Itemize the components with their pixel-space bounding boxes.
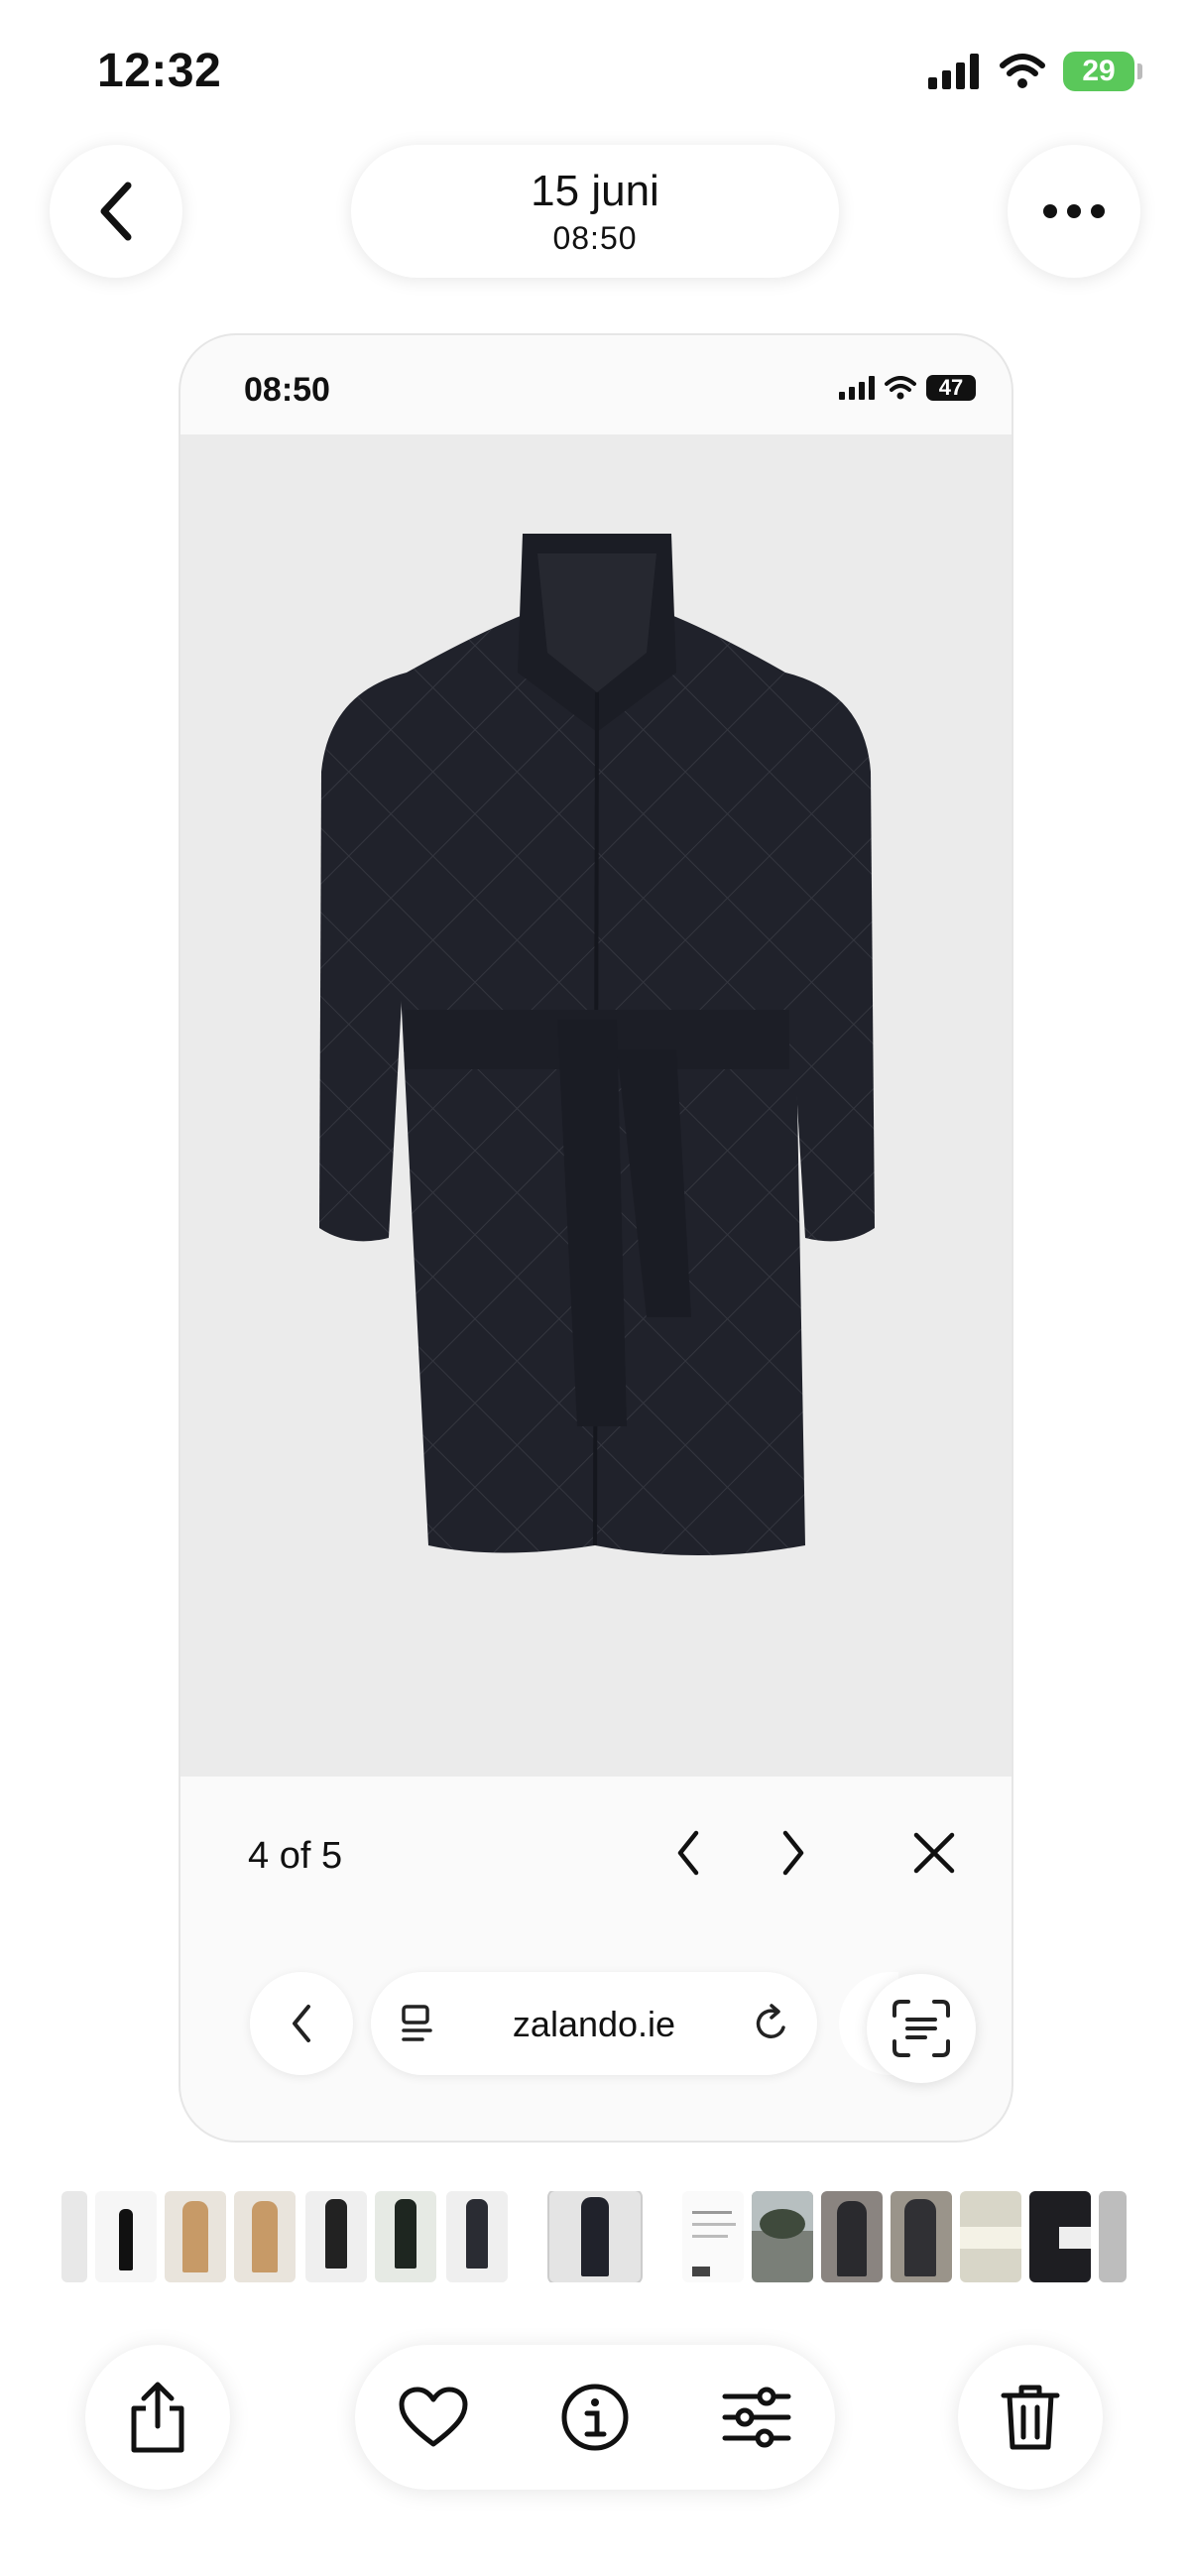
heart-icon bbox=[399, 2387, 468, 2447]
next-image-button[interactable] bbox=[764, 1823, 823, 1883]
thumbnail[interactable] bbox=[165, 2191, 226, 2282]
thumbnail[interactable] bbox=[234, 2191, 296, 2282]
inner-battery-level: 47 bbox=[938, 375, 964, 400]
battery-level: 29 bbox=[1082, 55, 1116, 87]
action-toolbar bbox=[355, 2345, 835, 2490]
chevron-right-icon bbox=[782, 1830, 804, 1876]
trash-icon bbox=[1001, 2385, 1060, 2450]
thumbnail[interactable] bbox=[1099, 2191, 1127, 2282]
image-counter: 4 of 5 bbox=[248, 1835, 343, 1877]
inner-status-icons: 47 bbox=[839, 375, 976, 401]
reload-icon[interactable] bbox=[752, 2002, 791, 2045]
delete-button[interactable] bbox=[958, 2345, 1103, 2490]
signal-icon bbox=[928, 54, 979, 89]
more-icon bbox=[1043, 204, 1105, 218]
thumbnail[interactable] bbox=[61, 2191, 87, 2282]
thumbnail[interactable] bbox=[375, 2191, 436, 2282]
info-icon bbox=[561, 2384, 629, 2451]
live-text-button[interactable] bbox=[867, 1974, 976, 2083]
back-button[interactable] bbox=[50, 145, 182, 278]
thumbnail[interactable] bbox=[891, 2191, 952, 2282]
thumbnail[interactable] bbox=[1029, 2191, 1091, 2282]
thumbnail[interactable] bbox=[682, 2191, 744, 2282]
date-header[interactable]: 15 juni 08:50 bbox=[351, 145, 839, 278]
status-icons: 29 bbox=[928, 52, 1142, 91]
chevron-left-icon bbox=[293, 2005, 310, 2042]
coat-image bbox=[319, 534, 875, 1555]
adjust-button[interactable] bbox=[718, 2379, 795, 2456]
status-time: 12:32 bbox=[97, 45, 222, 97]
thumbnail[interactable] bbox=[752, 2191, 813, 2282]
favorite-button[interactable] bbox=[395, 2379, 472, 2456]
inner-status-bar: 08:50 47 bbox=[180, 335, 1012, 434]
info-button[interactable] bbox=[556, 2379, 634, 2456]
more-button[interactable] bbox=[1008, 145, 1140, 278]
thumbnail-strip bbox=[61, 2191, 1132, 2282]
browser-back-button[interactable] bbox=[250, 1972, 353, 2075]
share-button[interactable] bbox=[85, 2345, 230, 2490]
share-icon bbox=[131, 2382, 184, 2453]
inner-battery-indicator: 47 bbox=[926, 375, 976, 401]
date-title: 15 juni bbox=[531, 166, 659, 215]
battery-indicator: 29 bbox=[1063, 52, 1142, 91]
thumbnail[interactable] bbox=[305, 2191, 367, 2282]
chevron-left-icon bbox=[100, 182, 132, 241]
wifi-icon bbox=[1000, 54, 1045, 88]
screenshot-preview[interactable]: 08:50 47 4 of 5 zalando.ie bbox=[178, 333, 1013, 2143]
thumbnail[interactable] bbox=[95, 2191, 157, 2282]
signal-icon bbox=[839, 376, 875, 400]
address-bar[interactable]: zalando.ie bbox=[371, 1972, 817, 2075]
thumbnail[interactable] bbox=[960, 2191, 1021, 2282]
date-time: 08:50 bbox=[552, 219, 638, 256]
url-text: zalando.ie bbox=[512, 2004, 676, 2044]
wifi-icon bbox=[885, 376, 916, 400]
thumbnail[interactable] bbox=[821, 2191, 883, 2282]
sliders-icon bbox=[722, 2387, 791, 2448]
chevron-left-icon bbox=[677, 1830, 699, 1876]
product-image bbox=[180, 434, 1012, 1777]
scan-text-icon bbox=[892, 2000, 950, 2057]
close-viewer-button[interactable] bbox=[904, 1823, 964, 1883]
inner-status-time: 08:50 bbox=[244, 371, 330, 409]
previous-image-button[interactable] bbox=[658, 1823, 718, 1883]
close-icon bbox=[913, 1832, 955, 1874]
thumbnail[interactable] bbox=[446, 2191, 508, 2282]
thumbnail-selected[interactable] bbox=[549, 2191, 641, 2282]
